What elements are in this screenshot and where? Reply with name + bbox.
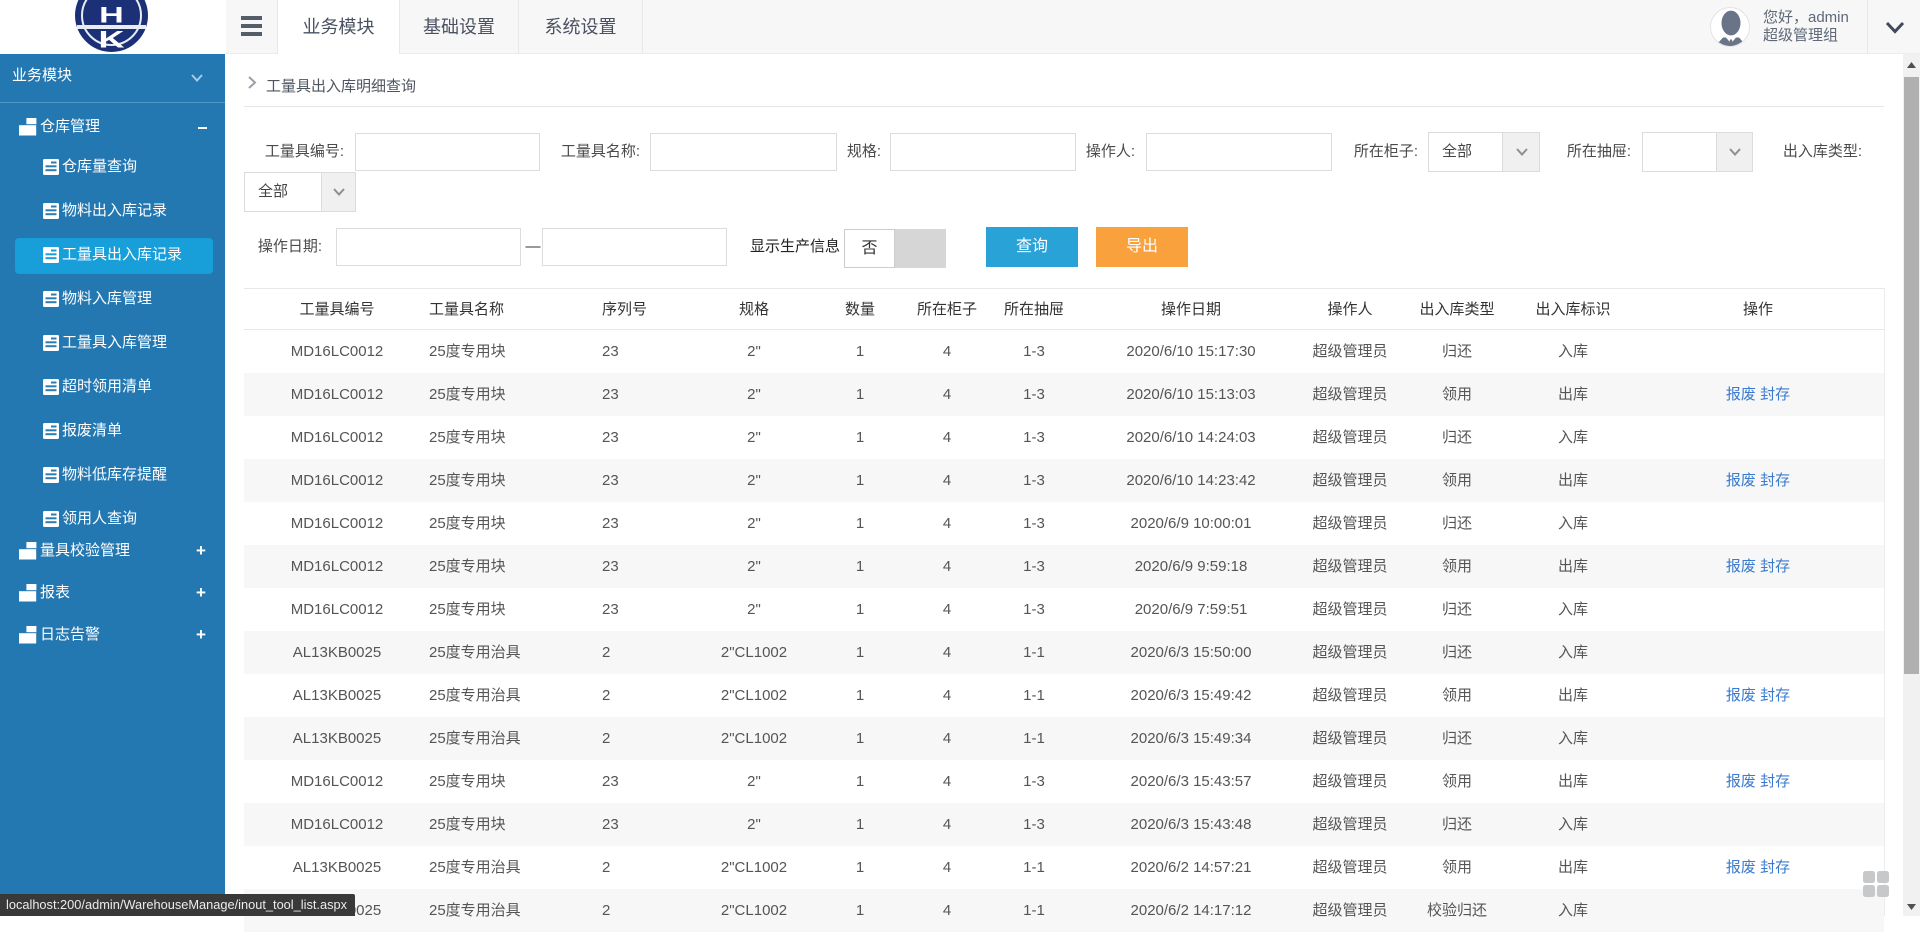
svg-text:H: H: [99, 3, 124, 28]
svg-text:K: K: [98, 26, 124, 52]
